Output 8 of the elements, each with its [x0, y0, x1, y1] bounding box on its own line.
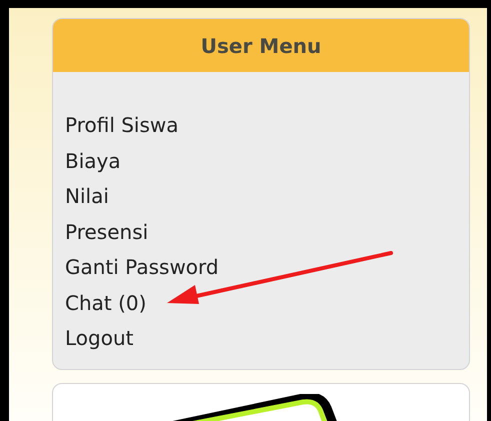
menu-link[interactable]: Ganti Password	[65, 250, 219, 286]
menu-link[interactable]: Presensi	[65, 214, 148, 250]
menu-link[interactable]: Nilai	[65, 179, 109, 214]
menu-title: User Menu	[53, 19, 469, 72]
menu-link[interactable]: Profil Siswa	[65, 108, 179, 144]
menu-link[interactable]: Biaya	[65, 144, 121, 179]
menu-link[interactable]: Chat (0)	[65, 286, 146, 321]
menu-link[interactable]: Logout	[65, 321, 134, 356]
